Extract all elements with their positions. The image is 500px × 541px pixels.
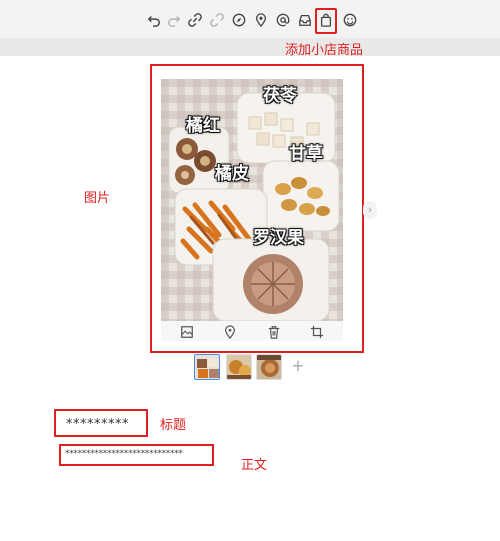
title-input[interactable]: ********* [54, 409, 148, 437]
herb-label-fuling: 茯苓 [263, 86, 297, 106]
mention-icon[interactable] [275, 12, 291, 28]
editor-toolbar [0, 0, 500, 38]
herb-label-jupi: 橘皮 [215, 164, 249, 184]
compass-icon[interactable] [231, 12, 247, 28]
unlink-icon[interactable] [209, 12, 225, 28]
toolbar-divider-strip [0, 38, 500, 56]
herb-label-juhong: 橘红 [186, 116, 220, 136]
link-icon[interactable] [187, 12, 203, 28]
crop-icon[interactable] [309, 324, 325, 340]
body-annotation-label: 正文 [241, 458, 268, 473]
image-annotation-label: 图片 [84, 191, 111, 206]
add-image-button[interactable]: + [290, 358, 306, 374]
herb-photo[interactable]: 茯苓 橘红 甘草 橘皮 罗汉果 [161, 79, 343, 321]
herb-label-luohanguo: 罗汉果 [253, 228, 304, 248]
next-image-arrow[interactable]: › [363, 201, 377, 219]
herb-label-gancao: 甘草 [289, 144, 323, 164]
inbox-icon[interactable] [297, 12, 313, 28]
redo-icon[interactable] [166, 12, 182, 28]
image-action-bar [161, 321, 343, 341]
image-edit-icon[interactable] [179, 324, 195, 340]
delete-icon[interactable] [266, 324, 282, 340]
thumbnail-3[interactable] [256, 354, 282, 380]
emoji-icon[interactable] [342, 12, 358, 28]
thumbnail-2[interactable] [226, 354, 252, 380]
location-icon[interactable] [253, 12, 269, 28]
shop-annotation-label: 添加小店商品 [285, 43, 364, 58]
body-input[interactable]: **************************** [59, 444, 214, 466]
title-text: ********* [66, 417, 129, 432]
shop-button-highlight [315, 8, 337, 34]
body-text: **************************** [65, 449, 183, 459]
undo-icon[interactable] [146, 12, 162, 28]
image-location-icon[interactable] [222, 324, 238, 340]
thumbnail-1[interactable] [194, 354, 220, 380]
title-annotation-label: 标题 [160, 418, 187, 433]
